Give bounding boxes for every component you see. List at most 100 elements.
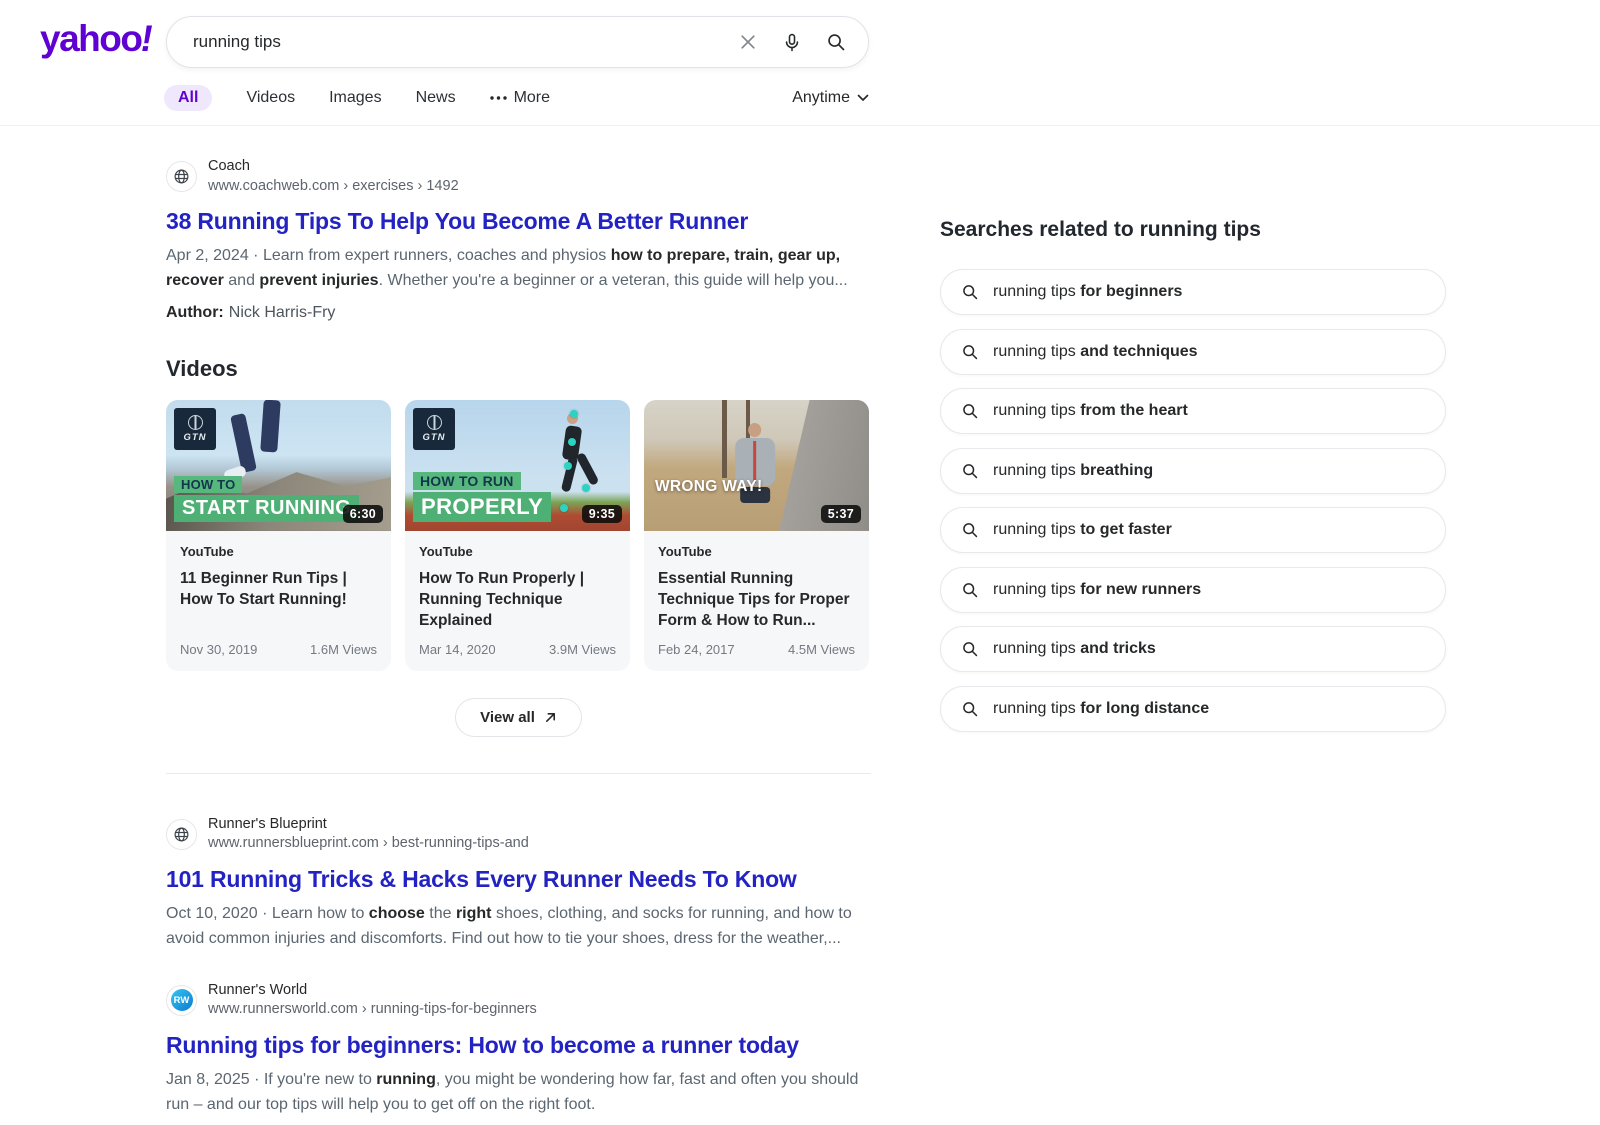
query-prefix: running tips — [993, 283, 1076, 300]
related-searches-panel: Searches related to running tips running… — [940, 126, 1446, 745]
magnifier-icon — [961, 700, 979, 718]
query-prefix: running tips — [993, 581, 1076, 598]
tab-videos[interactable]: Videos — [246, 89, 295, 107]
video-thumbnail: WRONG WAY! 5:37 — [644, 400, 869, 531]
related-search-for-new-runners[interactable]: running tipsfor new runners — [940, 567, 1446, 613]
query-suffix: for new runners — [1080, 581, 1201, 598]
result-source: Coach www.coachweb.com › exercises › 149… — [166, 157, 871, 196]
runner-leg-graphic — [260, 400, 281, 453]
yahoo-logo-text: yahoo — [40, 18, 141, 59]
related-query: running tipsbreathing — [993, 462, 1153, 480]
search-result-runners-blueprint: Runner's Blueprint www.runnersblueprint.… — [166, 815, 871, 951]
globe-favicon — [166, 161, 197, 192]
video-card-body: YouTube 11 Beginner Run Tips | How To St… — [166, 531, 391, 671]
header: yahoo! All Videos Images News More Anyti… — [0, 0, 1600, 126]
thumbnail-caption-line2: PROPERLY — [413, 492, 551, 522]
video-card-start-running[interactable]: GTN HOW TO START RUNNING 6:30 YouTube 11… — [166, 400, 391, 671]
runner-leg-graphic — [561, 455, 578, 492]
video-date: Nov 30, 2019 — [180, 642, 257, 657]
runners-world-favicon: RW — [166, 985, 197, 1016]
related-search-for-long-distance[interactable]: running tipsfor long distance — [940, 686, 1446, 732]
time-filter-dropdown[interactable]: Anytime — [792, 89, 869, 107]
search-result-runners-world: RW Runner's World www.runnersworld.com ›… — [166, 981, 871, 1117]
video-card-run-properly[interactable]: GTN HOW TO RUN PROPERLY 9:35 YouTube How… — [405, 400, 630, 671]
tab-all[interactable]: All — [164, 85, 212, 111]
video-meta: Feb 24, 2017 4.5M Views — [658, 642, 855, 657]
video-channel: YouTube — [180, 544, 377, 559]
search-input[interactable] — [191, 31, 736, 53]
query-suffix: from the heart — [1080, 402, 1188, 419]
gtn-logo-text: GTN — [183, 432, 206, 443]
related-search-breathing[interactable]: running tipsbreathing — [940, 448, 1446, 494]
related-query: running tipsto get faster — [993, 521, 1172, 539]
related-search-and-tricks[interactable]: running tipsand tricks — [940, 626, 1446, 672]
videos-carousel: GTN HOW TO START RUNNING 6:30 YouTube 11… — [166, 400, 871, 671]
gtn-channel-logo: GTN — [413, 408, 455, 450]
video-channel: YouTube — [658, 544, 855, 559]
related-search-for-beginners[interactable]: running tipsfor beginners — [940, 269, 1446, 315]
related-query: running tipsfor beginners — [993, 283, 1182, 301]
site-url: www.runnersworld.com › running-tips-for-… — [208, 1000, 537, 1020]
related-search-and-techniques[interactable]: running tipsand techniques — [940, 329, 1446, 375]
time-filter-label: Anytime — [792, 89, 850, 107]
author-label: Author: — [166, 304, 224, 321]
magnifier-icon — [961, 343, 979, 361]
site-url: www.coachweb.com › exercises › 1492 — [208, 177, 459, 197]
query-suffix: for beginners — [1080, 283, 1182, 300]
magnifier-icon — [961, 640, 979, 658]
tab-more-label: More — [514, 89, 550, 107]
chevron-down-icon — [857, 94, 869, 102]
site-name: Runner's Blueprint — [208, 815, 529, 835]
result-title-link[interactable]: 38 Running Tips To Help You Become A Bet… — [166, 207, 748, 236]
result-title-link[interactable]: 101 Running Tricks & Hacks Every Runner … — [166, 865, 797, 894]
tab-more[interactable]: More — [490, 89, 550, 107]
result-description: Oct 10, 2020 · Learn how to choose the r… — [166, 901, 864, 951]
view-all-label: View all — [480, 709, 535, 726]
magnifier-icon — [961, 283, 979, 301]
result-title-link[interactable]: Running tips for beginners: How to becom… — [166, 1031, 799, 1060]
magnifier-icon — [961, 402, 979, 420]
thumbnail-caption: HOW TO START RUNNING — [174, 476, 359, 522]
video-duration-badge: 6:30 — [343, 505, 383, 523]
video-title: 11 Beginner Run Tips | How To Start Runn… — [180, 568, 377, 610]
search-submit-icon[interactable] — [824, 30, 848, 54]
tab-news[interactable]: News — [416, 89, 456, 107]
runner-leg-graphic — [230, 413, 257, 473]
main-results-column: Coach www.coachweb.com › exercises › 149… — [166, 126, 871, 1125]
thumbnail-caption: WRONG WAY! — [655, 478, 762, 496]
video-duration-badge: 9:35 — [582, 505, 622, 523]
gtn-globe-icon — [427, 415, 442, 430]
video-date: Feb 24, 2017 — [658, 642, 735, 657]
related-query: running tipsfor long distance — [993, 700, 1209, 718]
site-name: Coach — [208, 157, 459, 177]
query-prefix: running tips — [993, 700, 1076, 717]
tab-images[interactable]: Images — [329, 89, 381, 107]
arrow-up-right-icon — [544, 711, 557, 724]
tree-graphic — [722, 400, 727, 478]
site-name: Runner's World — [208, 981, 537, 1001]
query-prefix: running tips — [993, 462, 1076, 479]
query-suffix: breathing — [1080, 462, 1153, 479]
yahoo-logo[interactable]: yahoo! — [40, 20, 152, 57]
query-suffix: and techniques — [1080, 343, 1197, 360]
video-meta: Nov 30, 2019 1.6M Views — [180, 642, 377, 657]
microphone-icon[interactable] — [780, 30, 804, 54]
search-tabs: All Videos Images News More Anytime — [166, 85, 869, 111]
section-divider — [166, 773, 871, 774]
clear-search-icon[interactable] — [736, 30, 760, 54]
query-suffix: and tricks — [1080, 640, 1156, 657]
related-search-to-get-faster[interactable]: running tipsto get faster — [940, 507, 1446, 553]
related-search-from-the-heart[interactable]: running tipsfrom the heart — [940, 388, 1446, 434]
search-result-coach: Coach www.coachweb.com › exercises › 149… — [166, 157, 871, 322]
result-description: Apr 2, 2024 · Learn from expert runners,… — [166, 243, 864, 293]
view-all-videos-button[interactable]: View all — [455, 698, 582, 737]
mocap-dot — [568, 438, 576, 446]
thumbnail-caption-line1: HOW TO — [174, 476, 242, 493]
video-card-wrong-way[interactable]: WRONG WAY! 5:37 YouTube Essential Runnin… — [644, 400, 869, 671]
runner-head-graphic — [748, 423, 761, 437]
thumbnail-caption: HOW TO RUN PROPERLY — [413, 472, 551, 522]
video-views: 4.5M Views — [788, 642, 855, 657]
gtn-logo-text: GTN — [422, 432, 445, 443]
video-date: Mar 14, 2020 — [419, 642, 496, 657]
result-description: Jan 8, 2025 · If you're new to running, … — [166, 1067, 864, 1117]
